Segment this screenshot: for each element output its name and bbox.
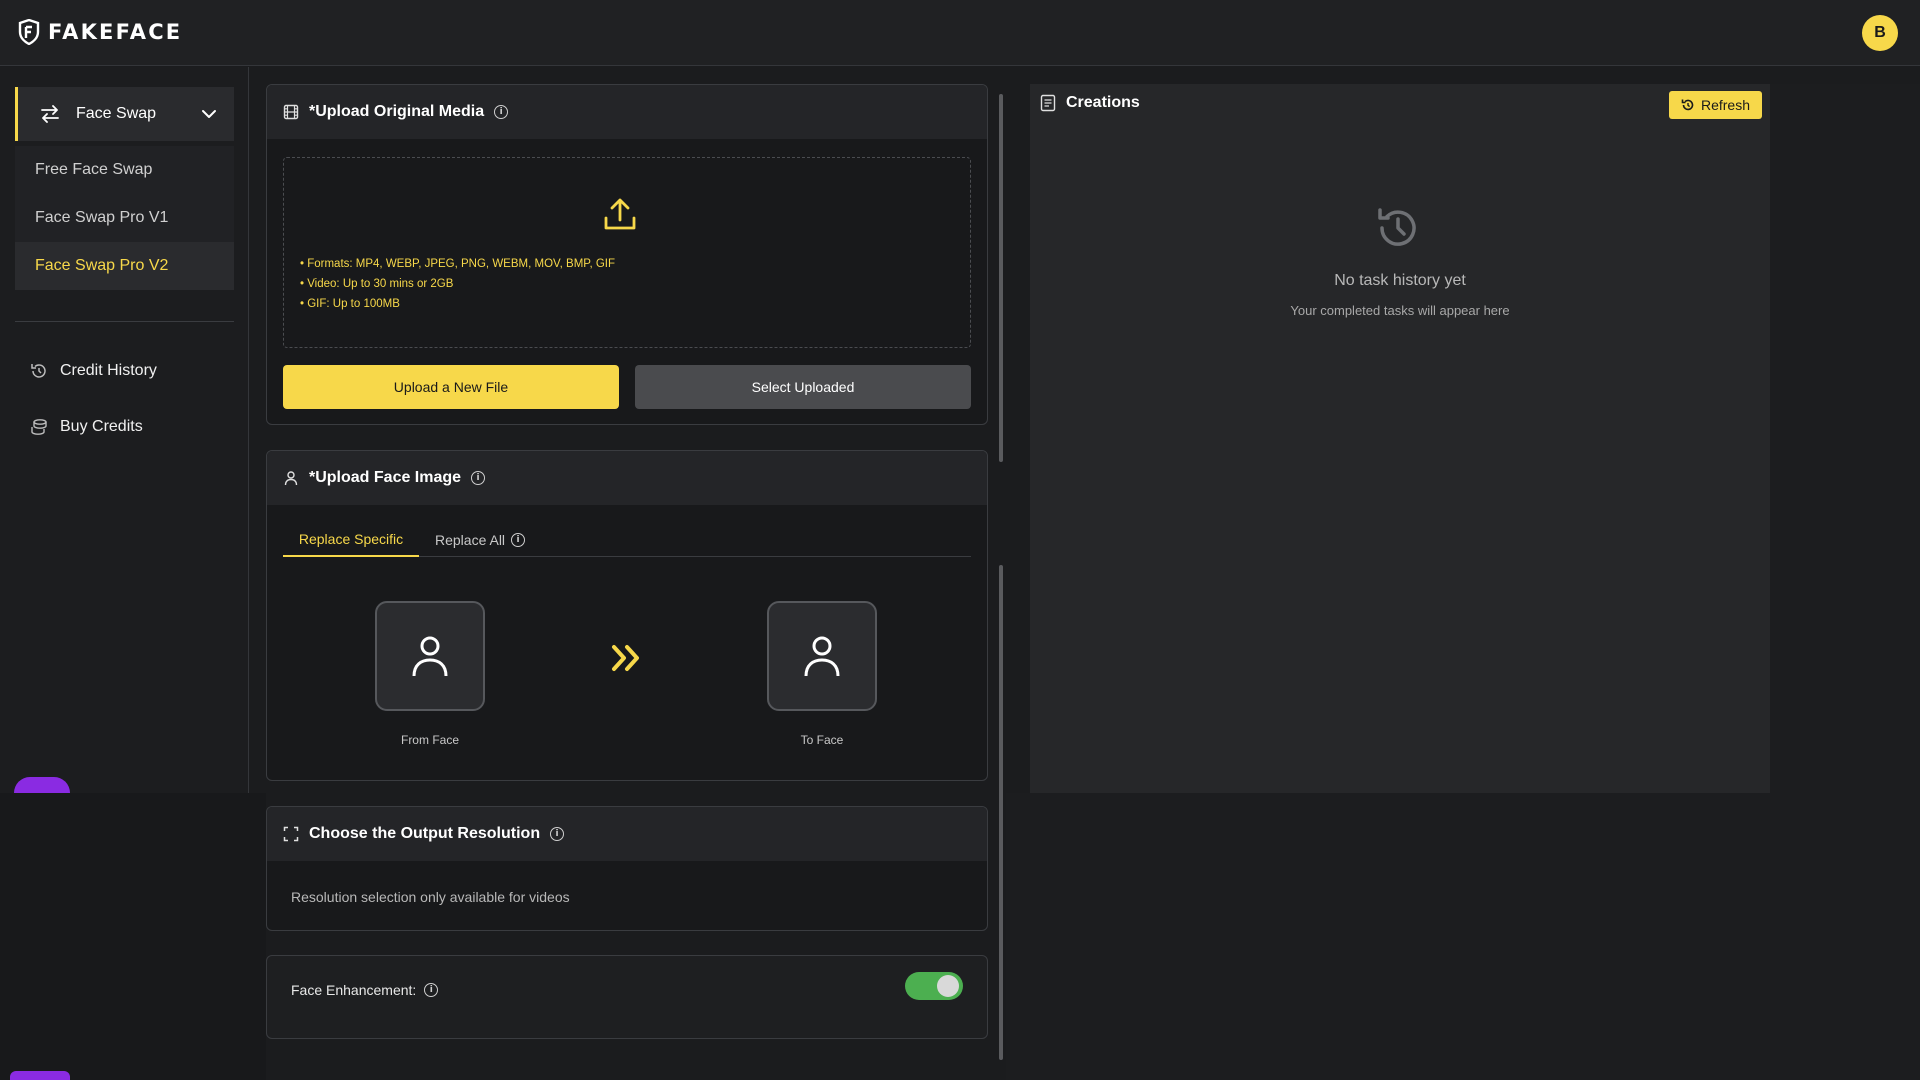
scrollbar-thumb[interactable] (999, 94, 1003, 462)
from-face-upload[interactable] (375, 601, 485, 711)
sidebar-lower-area (0, 793, 266, 1080)
creations-lower-area (1006, 793, 1920, 1080)
film-icon (283, 104, 299, 120)
promo-tab[interactable] (14, 777, 70, 793)
upload-new-file-button[interactable]: Upload a New File (283, 365, 619, 409)
output-resolution-card: Choose the Output Resolution i Resolutio… (266, 806, 988, 931)
refresh-icon (1681, 99, 1694, 111)
user-icon (284, 471, 298, 486)
nav-group-label: Face Swap (76, 105, 157, 122)
refresh-label: Refresh (1700, 97, 1750, 113)
card-header: *Upload Original Media i (267, 85, 987, 139)
sidebar-item-face-swap-pro-v1[interactable]: Face Swap Pro V1 (15, 194, 234, 242)
coins-icon (31, 419, 47, 435)
info-icon[interactable]: i (494, 105, 509, 119)
formats-line: • Formats: MP4, WEBP, JPEG, PNG, WEBM, M… (300, 258, 616, 270)
creations-title: Creations (1066, 94, 1140, 111)
info-icon[interactable]: i (511, 533, 526, 547)
history-empty-icon (1378, 208, 1416, 246)
logo-text: FAKEFACE (48, 20, 183, 44)
history-icon (31, 364, 46, 378)
card-header: Choose the Output Resolution i (267, 807, 987, 861)
swap-arrows-icon (41, 105, 59, 123)
file-dropzone[interactable]: • Formats: MP4, WEBP, JPEG, PNG, WEBM, M… (283, 157, 971, 348)
scrollbar-thumb-secondary[interactable] (999, 565, 1003, 1060)
empty-state-title: No task history yet (1334, 272, 1466, 289)
shield-logo-icon (18, 19, 40, 45)
sidebar-item-face-swap-pro-v2[interactable]: Face Swap Pro V2 (15, 242, 234, 290)
upload-media-card: *Upload Original Media i • Formats: MP4,… (266, 84, 988, 425)
user-placeholder-icon (412, 636, 448, 677)
video-limit-line: • Video: Up to 30 mins or 2GB (300, 278, 454, 290)
empty-state-subtitle: Your completed tasks will appear here (1290, 303, 1510, 318)
sidebar-item-label: Credit History (60, 362, 157, 379)
refresh-button[interactable]: Refresh (1668, 91, 1762, 119)
chevron-down-icon[interactable] (200, 105, 218, 123)
expand-icon (283, 826, 299, 842)
info-icon[interactable]: i (550, 827, 565, 841)
to-face-upload[interactable] (767, 601, 877, 711)
document-icon (1040, 94, 1056, 112)
user-placeholder-icon (804, 636, 840, 677)
select-uploaded-button[interactable]: Select Uploaded (635, 365, 971, 409)
toggle-knob (937, 975, 959, 997)
tab-replace-all[interactable]: Replace All i (435, 523, 526, 557)
top-bar: FAKEFACE B (0, 0, 1920, 66)
creations-panel: Creations Refresh No task history yet Yo… (1030, 84, 1770, 793)
double-chevron-right-icon (612, 645, 639, 671)
to-face-label: To Face (800, 733, 844, 747)
upload-requirements: • Formats: MP4, WEBP, JPEG, PNG, WEBM, M… (300, 254, 615, 314)
chat-widget-tab[interactable] (10, 1071, 70, 1080)
tab-replace-specific[interactable]: Replace Specific (283, 523, 419, 557)
user-avatar[interactable]: B (1862, 15, 1898, 51)
tab-label: Replace All (435, 532, 506, 548)
sidebar-item-buy-credits[interactable]: Buy Credits (30, 418, 143, 436)
right-gutter (1770, 84, 1920, 793)
resolution-note: Resolution selection only available for … (291, 889, 570, 905)
creations-header: Creations (1040, 94, 1140, 112)
card-header: *Upload Face Image i (267, 451, 987, 505)
info-icon[interactable]: i (424, 983, 439, 997)
face-enhancement-row: Face Enhancement: i (291, 982, 439, 998)
info-icon[interactable]: i (471, 471, 486, 485)
nav-group-face-swap[interactable]: Face Swap (15, 87, 234, 141)
sidebar-item-label: Buy Credits (60, 418, 143, 435)
card-title: *Upload Face Image (309, 469, 462, 486)
card-title: Choose the Output Resolution (309, 825, 541, 842)
face-enhancement-card: Face Enhancement: i (266, 955, 988, 1039)
sidebar-item-free-face-swap[interactable]: Free Face Swap (15, 146, 234, 194)
face-swap-submenu: Free Face Swap Face Swap Pro V1 Face Swa… (15, 146, 234, 290)
sidebar-divider (15, 321, 234, 322)
replace-mode-tabs: Replace Specific Replace All i (283, 523, 971, 557)
face-enhancement-toggle[interactable] (905, 972, 963, 1000)
upload-icon (604, 198, 636, 230)
face-enhancement-label: Face Enhancement: (291, 982, 417, 998)
upload-face-card: *Upload Face Image i Replace Specific Re… (266, 450, 988, 781)
gif-limit-line: • GIF: Up to 100MB (300, 298, 400, 310)
card-title: *Upload Original Media (309, 103, 485, 120)
app-logo[interactable]: FAKEFACE (18, 19, 182, 45)
from-face-label: From Face (400, 733, 459, 747)
sidebar-item-credit-history[interactable]: Credit History (30, 362, 157, 380)
